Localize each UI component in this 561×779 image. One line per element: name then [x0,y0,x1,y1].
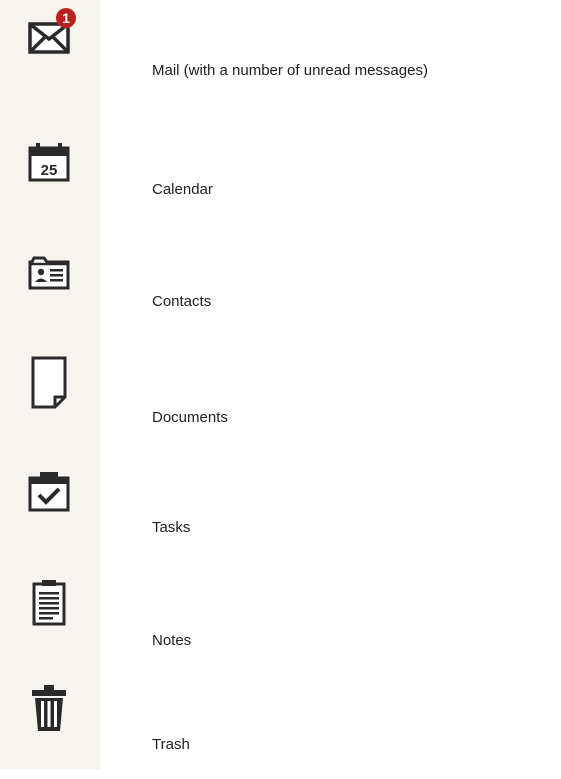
notes-label: Notes [152,632,192,649]
nav-item-contacts[interactable]: Contacts [0,242,561,342]
nav-item-tasks[interactable]: Tasks [0,464,561,564]
nav-item-calendar[interactable]: 25 Calendar [0,130,561,230]
nav-item-notes[interactable]: Notes [0,578,561,678]
calendar-icon[interactable]: 25 [12,138,88,188]
notes-icon[interactable] [12,576,88,632]
contacts-label: Contacts [152,293,212,310]
tasks-icon[interactable] [12,466,88,522]
mail-label: Mail (with a number of unread messages) [152,62,428,79]
nav-item-mail[interactable]: 1 Mail (with a number of unread messages… [0,0,561,100]
calendar-label: Calendar [152,181,213,198]
nav-item-documents[interactable]: Documents [0,352,561,452]
nav-item-trash[interactable]: Trash [0,679,561,779]
tasks-label: Tasks [152,519,191,536]
mail-icon[interactable]: 1 [12,6,88,66]
trash-icon[interactable] [12,681,88,737]
calendar-date: 25 [41,162,58,179]
document-icon[interactable] [12,352,88,414]
trash-label: Trash [152,736,190,753]
contacts-icon[interactable] [12,248,88,298]
documents-label: Documents [152,409,228,426]
unread-count: 1 [62,10,70,26]
